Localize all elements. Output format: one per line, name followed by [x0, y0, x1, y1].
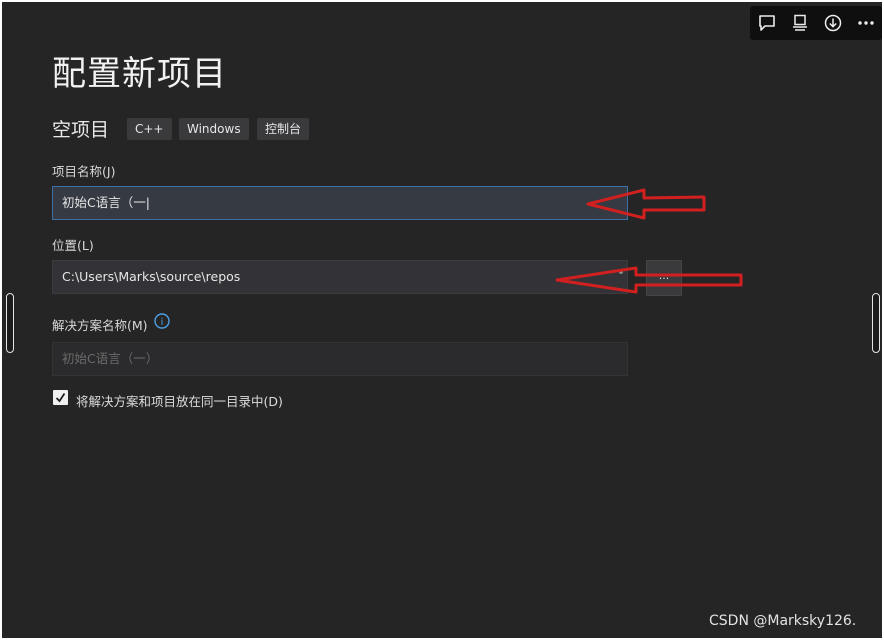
- info-icon-glyph: i: [161, 317, 164, 328]
- tag-platform: Windows: [179, 118, 249, 140]
- annotation-arrow-icon: [586, 188, 706, 220]
- download-button[interactable]: [816, 6, 849, 40]
- watermark: CSDN @Marksky126.: [709, 613, 857, 629]
- comment-button[interactable]: [750, 6, 783, 40]
- same-directory-label: 将解决方案和项目放在同一目录中(D): [76, 394, 283, 409]
- project-name-input[interactable]: 初始C语言（一|: [52, 186, 628, 220]
- left-resize-handle[interactable]: [6, 293, 14, 353]
- more-icon: [857, 21, 874, 25]
- right-resize-handle[interactable]: [872, 293, 880, 353]
- template-name: 空项目: [52, 119, 110, 141]
- page-title: 配置新项目: [52, 54, 227, 94]
- configure-project-window: 配置新项目 空项目 C++ Windows 控制台 项目名称(J) 初始C语言（…: [2, 2, 882, 638]
- board-button[interactable]: [783, 6, 816, 40]
- floating-toolbar: [750, 6, 882, 40]
- more-button[interactable]: [849, 6, 882, 40]
- annotation-arrow-icon: [555, 266, 743, 294]
- tag-project-type: 控制台: [257, 118, 310, 140]
- location-combobox[interactable]: C:\Users\Marks\source\repos: [52, 260, 628, 294]
- same-directory-checkbox[interactable]: [53, 390, 68, 405]
- project-name-label: 项目名称(J): [52, 164, 116, 179]
- solution-name-label: 解决方案名称(M): [52, 318, 148, 333]
- tag-language: C++: [127, 118, 172, 140]
- comment-icon: [758, 15, 775, 31]
- checkmark-icon: [55, 393, 66, 403]
- board-icon: [792, 14, 807, 31]
- download-icon: [824, 14, 841, 32]
- info-icon[interactable]: i: [154, 313, 170, 329]
- solution-name-input[interactable]: 初始C语言（一）: [52, 342, 628, 376]
- location-label: 位置(L): [52, 238, 94, 253]
